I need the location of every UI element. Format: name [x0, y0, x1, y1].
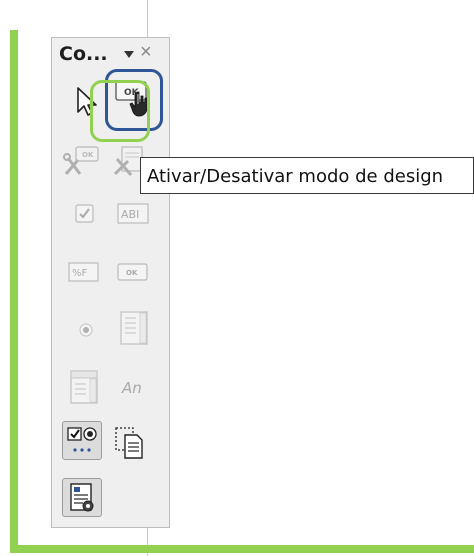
more-controls-icon	[67, 427, 97, 452]
toolbar-title: Co...	[59, 43, 108, 65]
list-box-tool-button[interactable]	[120, 311, 156, 347]
wizards-icon	[70, 483, 94, 512]
formatted-field-icon: %F	[68, 262, 99, 282]
checkbox-icon	[75, 204, 94, 223]
formatted-field-tool-button[interactable]: %F	[68, 262, 104, 298]
svg-text:OK: OK	[126, 269, 138, 277]
callout-frame-bottom	[10, 545, 474, 553]
toolbar-header[interactable]: Co... ×	[52, 38, 169, 70]
text-box-icon: ABI	[117, 203, 149, 224]
chevron-down-icon[interactable]	[124, 51, 134, 58]
option-button-tool-button[interactable]	[78, 322, 114, 358]
push-button-tool-button[interactable]: OK	[117, 263, 153, 299]
svg-text:%F: %F	[72, 268, 88, 279]
more-controls-button[interactable]	[62, 421, 102, 460]
design-mode-tooltip: Ativar/Desativar modo de design	[140, 157, 474, 194]
control-properties-button[interactable]: OK	[62, 144, 99, 180]
control-properties-icon: OK	[63, 146, 99, 175]
combo-box-tool-button[interactable]	[70, 370, 106, 406]
callout-frame-left	[10, 30, 18, 553]
wizards-button[interactable]	[62, 478, 102, 517]
form-design-button[interactable]	[113, 425, 149, 461]
combo-box-icon	[70, 370, 98, 404]
push-button-icon: OK	[117, 263, 148, 281]
svg-text:ABI: ABI	[121, 208, 139, 221]
form-design-icon	[115, 427, 143, 459]
cropped-document-text	[0, 0, 474, 12]
label-field-icon: An	[121, 379, 142, 397]
svg-text:OK: OK	[82, 151, 94, 159]
list-box-icon	[120, 311, 148, 345]
checkbox-tool-button[interactable]	[73, 202, 109, 238]
svg-text:An: An	[121, 379, 142, 397]
label-field-tool-button[interactable]: An	[121, 376, 157, 412]
callout-highlight-green	[90, 80, 150, 142]
text-box-tool-button[interactable]: ABI	[117, 203, 153, 239]
option-button-icon	[79, 323, 93, 337]
close-icon[interactable]: ×	[140, 42, 152, 62]
